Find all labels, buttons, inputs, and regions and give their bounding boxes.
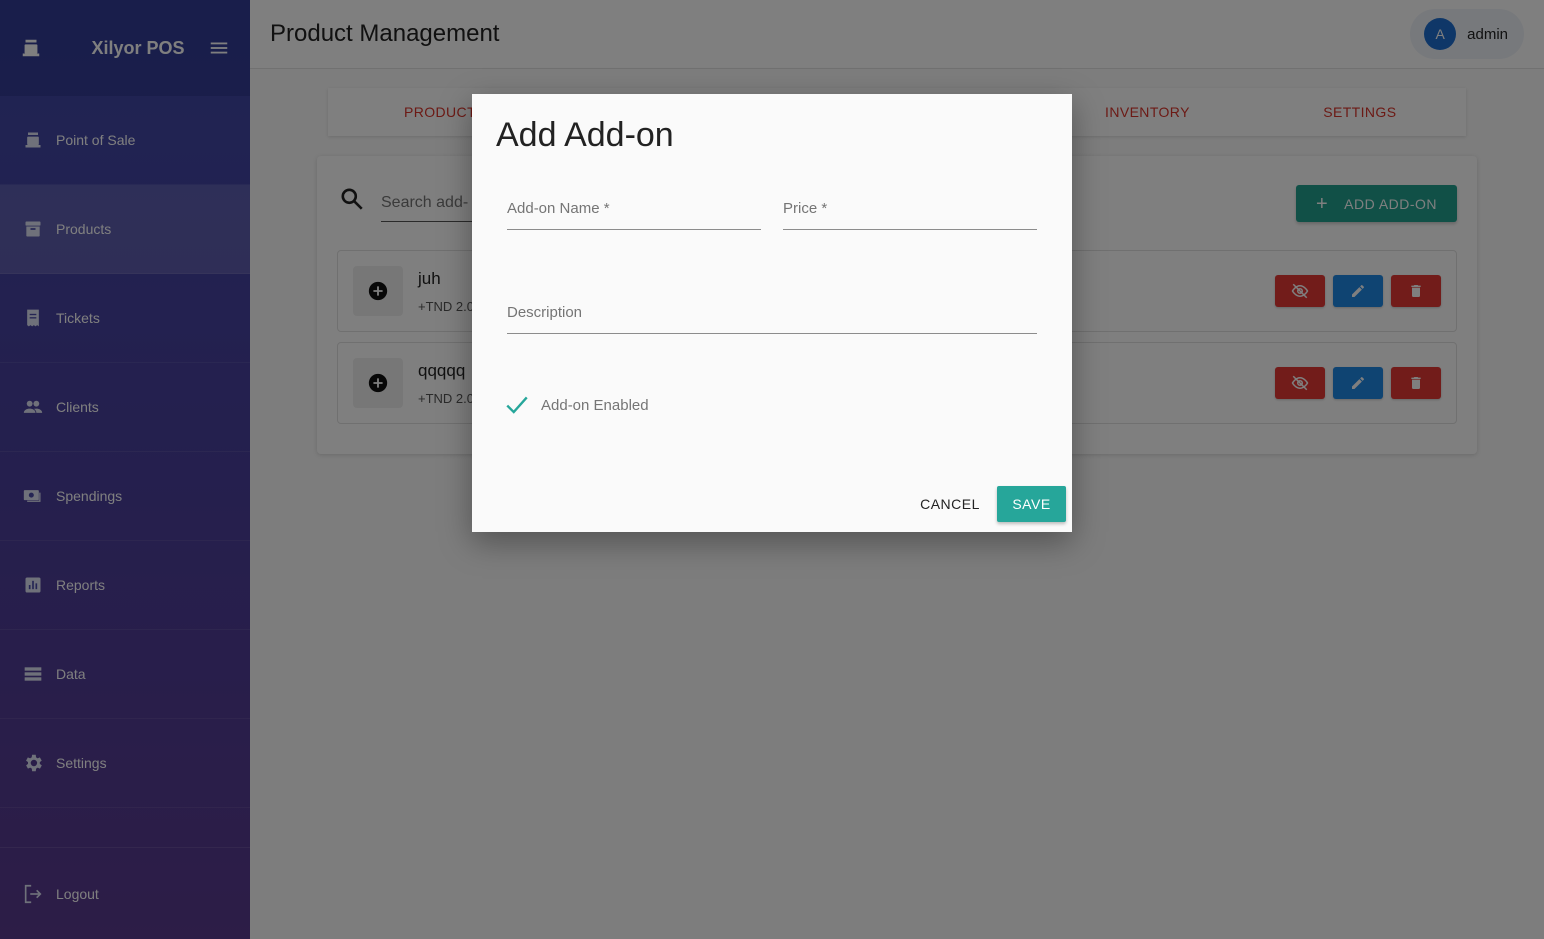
addon-name-field[interactable]: Add-on Name * (507, 194, 761, 230)
price-field[interactable]: Price * (783, 194, 1037, 230)
checkmark-icon (506, 396, 528, 414)
add-addon-dialog: Add Add-on Add-on Name * Price * Descrip… (472, 94, 1072, 532)
addon-name-label: Add-on Name * (507, 200, 610, 217)
price-label: Price * (783, 200, 828, 217)
save-button[interactable]: SAVE (997, 486, 1066, 522)
cancel-button[interactable]: CANCEL (912, 486, 988, 522)
addon-enabled-label: Add-on Enabled (541, 396, 649, 414)
description-field[interactable]: Description (507, 298, 1037, 334)
dialog-title: Add Add-on (496, 116, 674, 154)
addon-enabled-checkbox[interactable]: Add-on Enabled (504, 392, 649, 418)
description-label: Description (507, 304, 583, 321)
